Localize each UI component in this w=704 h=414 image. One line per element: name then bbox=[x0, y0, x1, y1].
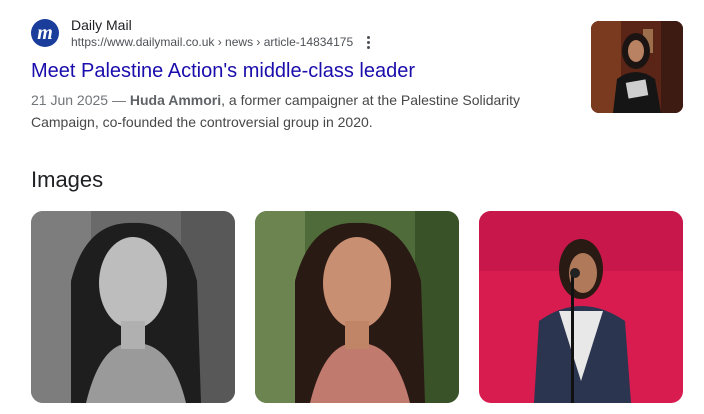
highlighted-name: Huda Ammori bbox=[129, 92, 222, 108]
image-card-bw-portrait[interactable] bbox=[31, 211, 235, 403]
url-row: https://www.dailymail.co.uk › news › art… bbox=[71, 34, 374, 50]
result-thumbnail[interactable] bbox=[591, 21, 683, 113]
site-name[interactable]: Daily Mail bbox=[71, 16, 374, 34]
result-date: 21 Jun 2025 bbox=[31, 92, 109, 108]
image-card-speech[interactable] bbox=[479, 211, 683, 403]
image-card-color-portrait[interactable] bbox=[255, 211, 459, 403]
result-url[interactable]: https://www.dailymail.co.uk › news › art… bbox=[71, 34, 353, 50]
result-title-link[interactable]: Meet Palestine Action's middle-class lea… bbox=[31, 58, 591, 84]
search-result: m Daily Mail https://www.dailymail.co.uk… bbox=[31, 14, 591, 133]
daily-mail-favicon-icon[interactable]: m bbox=[31, 19, 59, 47]
site-row: m Daily Mail https://www.dailymail.co.uk… bbox=[31, 14, 591, 52]
vertical-dots-icon[interactable] bbox=[362, 34, 374, 50]
date-separator: — bbox=[108, 92, 130, 108]
favicon-letter: m bbox=[37, 22, 53, 44]
site-info: Daily Mail https://www.dailymail.co.uk ›… bbox=[71, 16, 374, 50]
images-heading: Images bbox=[31, 167, 104, 192]
result-snippet: 21 Jun 2025 — Huda Ammori, a former camp… bbox=[31, 89, 541, 133]
